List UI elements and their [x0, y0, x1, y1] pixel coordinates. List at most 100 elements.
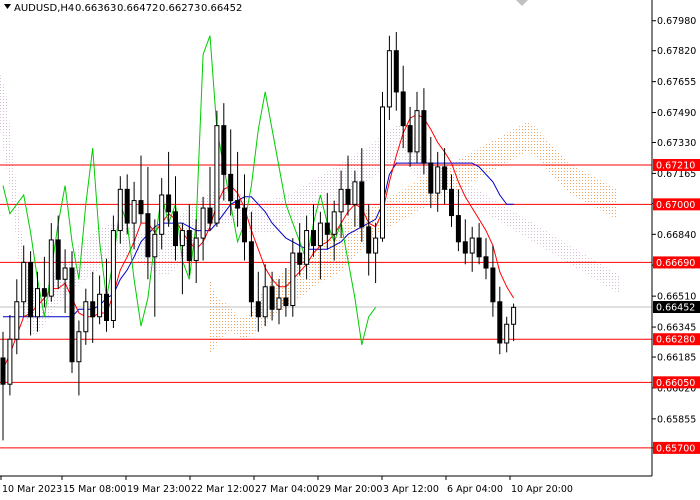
- candle-body: [90, 301, 96, 318]
- candle-body: [269, 286, 275, 310]
- candle-body: [14, 301, 20, 340]
- chart-header: AUDUSD,H4 0.66363 0.66472 0.66273 0.6645…: [4, 3, 242, 14]
- candle-body: [476, 237, 482, 258]
- x-tick-label: 10 Mar 2023: [2, 484, 62, 495]
- candle-body: [317, 222, 323, 247]
- candle-body: [380, 106, 385, 239]
- candle-body: [186, 230, 192, 262]
- candle-body: [511, 306, 517, 325]
- candle-body: [352, 181, 358, 205]
- candle-body: [304, 230, 310, 265]
- candle-body: [497, 301, 503, 344]
- candle-body: [283, 297, 289, 307]
- candle-body: [200, 207, 206, 239]
- current-price-label: 0.66452: [656, 303, 695, 314]
- level-label: 0.66280: [656, 335, 695, 346]
- candle-body: [117, 188, 123, 232]
- y-tick-label: 0.67330: [657, 138, 696, 149]
- candle-body: [35, 288, 40, 318]
- y-tick-label: 0.66185: [657, 353, 696, 364]
- candle-body: [290, 252, 296, 307]
- low-value: 0.66273: [159, 3, 200, 14]
- candle-body: [214, 125, 220, 224]
- candle-body: [97, 293, 103, 318]
- candle-body: [235, 200, 241, 209]
- x-tick-label: 22 Mar 12:00: [191, 484, 254, 495]
- candle-body: [76, 331, 82, 363]
- candle-body: [428, 162, 434, 194]
- candle-body: [414, 110, 420, 153]
- candle-body: [407, 125, 413, 153]
- candle-body: [124, 188, 130, 224]
- candle-body: [345, 188, 351, 205]
- y-tick-label: 0.66510: [657, 292, 696, 303]
- y-tick-label: 0.67820: [657, 46, 696, 57]
- candle-body: [311, 230, 316, 247]
- candle-body: [297, 252, 303, 265]
- candle-body: [366, 226, 372, 254]
- y-tick-label: 0.66345: [657, 323, 696, 334]
- candle-body: [400, 91, 406, 127]
- candle-body: [462, 241, 468, 254]
- candle-body: [173, 211, 178, 247]
- candle-body: [193, 237, 199, 262]
- high-value: 0.66472: [117, 3, 158, 14]
- candle-body: [393, 50, 399, 93]
- candle-body: [55, 239, 61, 280]
- candle-body: [386, 50, 392, 108]
- candle-body: [166, 194, 172, 213]
- candle-body: [483, 256, 489, 269]
- close-value: 0.66452: [201, 3, 242, 14]
- y-tick-label: 0.67655: [657, 77, 696, 88]
- level-label: 0.65700: [656, 443, 695, 454]
- candle-body: [373, 237, 379, 254]
- candle-body: [359, 181, 365, 228]
- candle-body: [276, 297, 282, 310]
- candle-body: [104, 293, 109, 321]
- candle-body: [455, 215, 461, 243]
- x-tick-label: 19 Mar 23:00: [127, 484, 190, 495]
- candle-body: [28, 261, 34, 318]
- candle-body: [228, 173, 234, 202]
- candle-body: [7, 338, 13, 385]
- candle-body: [145, 213, 151, 258]
- candle-body: [338, 188, 344, 213]
- level-label: 0.66050: [656, 378, 695, 389]
- candle-body: [131, 200, 137, 224]
- x-tick-label: 27 Mar 04:00: [255, 484, 318, 495]
- open-value: 0.66363: [75, 3, 116, 14]
- candle-body: [435, 166, 441, 194]
- candle-body: [0, 357, 6, 385]
- level-label: 0.66690: [656, 258, 695, 269]
- candle-body: [110, 230, 116, 321]
- price-chart[interactable]: 0.67980 0.67820 0.67655 0.67490 0.67330 0.671…: [0, 0, 700, 500]
- candle-body: [490, 267, 496, 303]
- x-tick-label: 3 Apr 12:00: [383, 484, 439, 495]
- candle-body: [449, 188, 454, 217]
- x-tick-label: 29 Mar 20:00: [319, 484, 382, 495]
- candle-body: [48, 239, 54, 297]
- candle-body: [331, 211, 337, 235]
- candle-body: [138, 200, 144, 215]
- candle-body: [421, 110, 427, 164]
- symbol-label: AUDUSD,H4: [14, 3, 74, 14]
- candle-body: [469, 237, 475, 254]
- candle-body: [69, 267, 75, 363]
- level-label: 0.67210: [656, 160, 695, 171]
- candle-body: [221, 125, 227, 175]
- candle-body: [159, 194, 165, 235]
- candle-body: [62, 267, 68, 280]
- candle-body: [207, 207, 213, 224]
- x-tick-label: 15 Mar 08:00: [63, 484, 126, 495]
- candle-body: [262, 286, 268, 318]
- y-tick-label: 0.65855: [657, 414, 696, 425]
- candle-body: [21, 261, 27, 303]
- candle-body: [152, 233, 158, 258]
- candle-body: [179, 230, 185, 247]
- y-tick-label: 0.67490: [657, 108, 696, 119]
- candle-body: [41, 288, 47, 297]
- candle-body: [255, 301, 261, 318]
- candle-body: [248, 241, 254, 303]
- chart-canvas[interactable]: 0.679800.678200.676550.674900.673300.671…: [0, 0, 700, 500]
- y-tick-label: 0.66840: [657, 230, 696, 241]
